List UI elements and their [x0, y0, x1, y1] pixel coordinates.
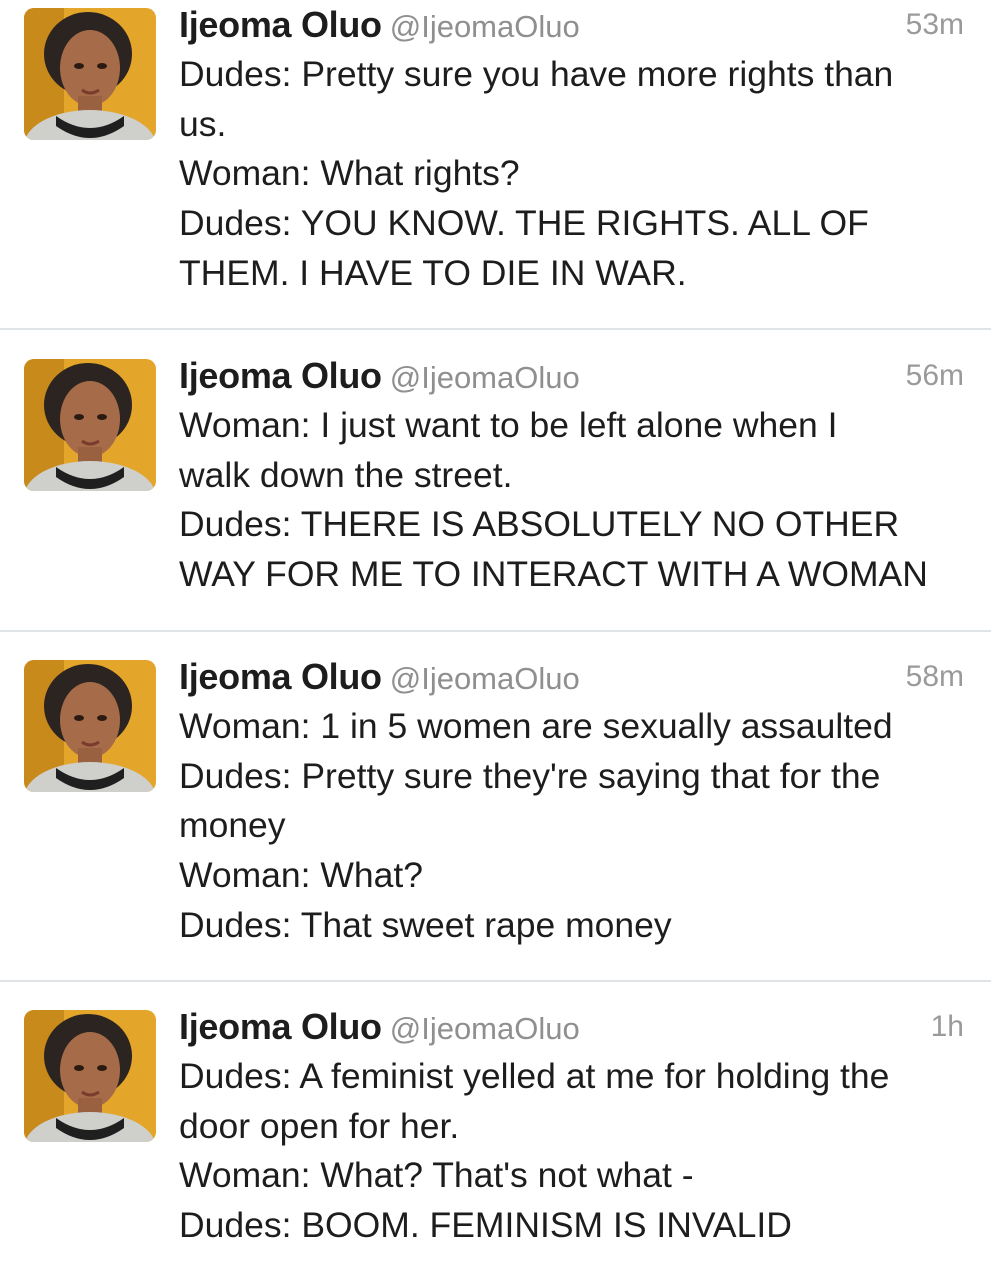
tweet-line: money — [179, 805, 286, 846]
tweet-line: Dudes: Pretty sure you have more rights … — [179, 54, 894, 94]
author-handle[interactable]: @IjeomaOluo — [390, 360, 580, 395]
tweet-timeline: Ijeoma Oluo @IjeomaOluo 53m Dudes: Pretty… — [0, 0, 991, 1280]
tweet-line: Dudes: A feminist yelled at me for holdi… — [179, 1056, 890, 1096]
author-name[interactable]: Ijeoma Oluo — [179, 4, 382, 45]
tweet-line: walk down the street. — [179, 454, 513, 495]
tweet-line: door open for her. — [179, 1105, 460, 1146]
author-handle[interactable]: @IjeomaOluo — [390, 661, 580, 696]
tweet[interactable]: Ijeoma Oluo @IjeomaOluo 56m Woman: I just… — [0, 330, 991, 630]
tweet[interactable]: Ijeoma Oluo @IjeomaOluo 1h Dudes: A femin… — [0, 982, 991, 1280]
author-handle[interactable]: @IjeomaOluo — [390, 9, 580, 44]
tweet-line: Woman: What? That's not what - — [179, 1155, 694, 1196]
tweet-text: Dudes: A feminist yelled at me for holdi… — [179, 1052, 969, 1251]
avatar[interactable] — [24, 359, 156, 491]
tweet-header: Ijeoma Oluo @IjeomaOluo 58m — [179, 656, 964, 700]
tweet-header: Ijeoma Oluo @IjeomaOluo 56m — [179, 355, 964, 399]
tweet-text: Woman: 1 in 5 women are sexually assault… — [179, 702, 969, 951]
tweet[interactable]: Ijeoma Oluo @IjeomaOluo 53m Dudes: Pretty… — [0, 0, 991, 328]
avatar[interactable] — [24, 8, 156, 140]
tweet-line: Dudes: Pretty sure they're saying that f… — [179, 755, 881, 796]
author-name[interactable]: Ijeoma Oluo — [179, 656, 382, 697]
tweet-header: Ijeoma Oluo @IjeomaOluo 1h — [179, 1006, 964, 1050]
tweet-line: WAY FOR ME TO INTERACT WITH A WOMAN — [179, 554, 928, 595]
avatar-photo-icon — [24, 660, 156, 792]
tweet-line: Woman: I just want to be left alone when… — [179, 405, 838, 445]
avatar[interactable] — [24, 660, 156, 792]
tweet-text: Dudes: Pretty sure you have more rights … — [179, 50, 969, 299]
tweet-line: Dudes: BOOM. FEMINISM IS INVALID — [179, 1205, 792, 1246]
tweet-line: Dudes: THERE IS ABSOLUTELY NO OTHER — [179, 504, 900, 545]
avatar-photo-icon — [24, 359, 156, 491]
author-handle[interactable]: @IjeomaOluo — [390, 1011, 580, 1046]
tweet-line: THEM. I HAVE TO DIE IN WAR. — [179, 252, 687, 293]
tweet-line: Woman: What rights? — [179, 153, 520, 194]
tweet-header: Ijeoma Oluo @IjeomaOluo 53m — [179, 4, 964, 48]
tweet-line: us. — [179, 103, 227, 144]
tweet-text: Woman: I just want to be left alone when… — [179, 401, 969, 600]
tweet-timestamp: 58m — [905, 660, 964, 693]
tweet-line: Woman: 1 in 5 women are sexually assault… — [179, 706, 893, 746]
tweet[interactable]: Ijeoma Oluo @IjeomaOluo 58m Woman: 1 in 5… — [0, 632, 991, 980]
tweet-timestamp: 53m — [905, 8, 964, 41]
tweet-timestamp: 1h — [930, 1010, 964, 1043]
avatar-photo-icon — [24, 8, 156, 140]
author-name[interactable]: Ijeoma Oluo — [179, 355, 382, 396]
tweet-line: Woman: What? — [179, 855, 423, 896]
avatar[interactable] — [24, 1010, 156, 1142]
avatar-photo-icon — [24, 1010, 156, 1142]
author-name[interactable]: Ijeoma Oluo — [179, 1006, 382, 1047]
tweet-line: Dudes: YOU KNOW. THE RIGHTS. ALL OF — [179, 203, 869, 244]
tweet-timestamp: 56m — [905, 359, 964, 392]
tweet-line: Dudes: That sweet rape money — [179, 904, 672, 945]
